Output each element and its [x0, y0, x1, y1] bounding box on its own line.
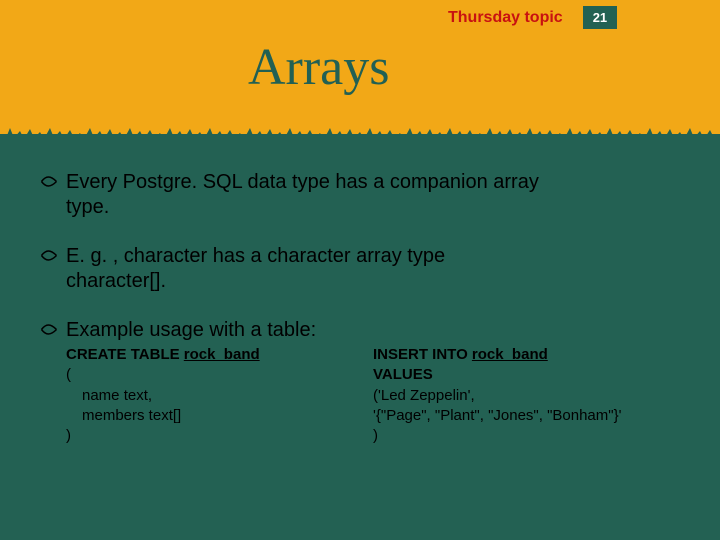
code-right-l1: INSERT INTO rock_band [373, 345, 680, 365]
slide-title: Arrays [248, 38, 390, 97]
code-right-l1-keyword: INSERT INTO [373, 346, 472, 363]
code-right-l4: '{"Page", "Plant", "Jones", "Bonham"}' [373, 406, 680, 426]
slide: Thursday topic 21 Arrays Every Postgre. … [0, 0, 720, 540]
code-columns: CREATE TABLE rock_band ( name text, memb… [40, 345, 680, 446]
code-right-l2: VALUES [373, 365, 680, 385]
code-left-l1-keyword: CREATE TABLE [66, 346, 184, 363]
bullet-3: Example usage with a table: [40, 318, 680, 343]
grass-edge-decoration [0, 122, 720, 142]
code-right-l1-ident: rock_band [472, 346, 548, 363]
code-left-l2: ( [66, 365, 373, 385]
code-right-l3: ('Led Zeppelin', [373, 386, 680, 406]
slide-body: Every Postgre. SQL data type has a compa… [40, 170, 680, 446]
code-left-l1-ident: rock_band [184, 346, 260, 363]
code-left: CREATE TABLE rock_band ( name text, memb… [66, 345, 373, 446]
code-left-l4: members text[] [66, 406, 373, 426]
topic-label: Thursday topic [448, 9, 563, 27]
bullet-1: Every Postgre. SQL data type has a compa… [40, 170, 680, 220]
page-number-pill: 21 [583, 6, 617, 29]
code-left-l1: CREATE TABLE rock_band [66, 345, 373, 365]
bullet-2-line1: E. g. , character has a character array … [66, 245, 445, 267]
bullet-3-text: Example usage with a table: [66, 319, 316, 341]
bullet-2: E. g. , character has a character array … [40, 244, 680, 294]
bullet-1-line1: Every Postgre. SQL data type has a compa… [66, 171, 539, 193]
bullet-2-line2: character[]. [66, 269, 680, 294]
code-left-l5: ) [66, 426, 373, 446]
bullet-1-line2: type. [66, 195, 680, 220]
code-right: INSERT INTO rock_band VALUES ('Led Zeppe… [373, 345, 680, 446]
topic-row: Thursday topic 21 [0, 6, 720, 29]
code-left-l3: name text, [66, 386, 373, 406]
header-band: Thursday topic 21 Arrays [0, 0, 720, 134]
code-right-l5: ) [373, 426, 680, 446]
